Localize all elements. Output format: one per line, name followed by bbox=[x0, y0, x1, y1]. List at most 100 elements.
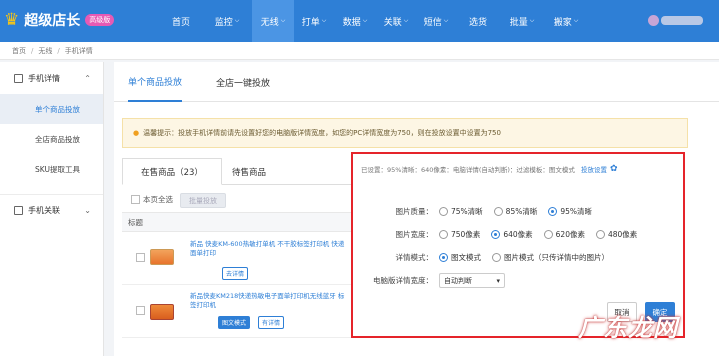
select-value: 自动判断 bbox=[444, 276, 472, 285]
phone-icon bbox=[14, 73, 23, 83]
nav-move[interactable]: 搬家 ⌵ bbox=[544, 0, 588, 42]
product-thumbnail[interactable] bbox=[150, 304, 174, 320]
breadcrumb-wireless[interactable]: 无线 bbox=[38, 46, 52, 56]
vip-badge: 高级版 bbox=[85, 14, 115, 26]
sidebar-item-sku[interactable]: SKU提取工具 bbox=[0, 154, 103, 184]
chevron-down-icon: ⌵ bbox=[529, 17, 535, 24]
width-750[interactable]: 750像素 bbox=[439, 229, 480, 240]
chevron-down-icon: ⌵ bbox=[362, 17, 368, 24]
option-label: 图文模式 bbox=[451, 253, 481, 262]
product-title[interactable]: 新品快麦KM218快递热敏电子面单打印机无线蓝牙 标签打印机 bbox=[190, 292, 350, 310]
product-thumbnail[interactable] bbox=[150, 249, 174, 265]
nav-select-label: 选货 bbox=[468, 17, 487, 28]
watermark: 广东龙网 bbox=[578, 314, 678, 342]
width-480[interactable]: 480像素 bbox=[595, 229, 638, 240]
chevron-down-icon: ⌵ bbox=[443, 17, 449, 24]
mode-row: 详情模式： 图文模式 图片模式（只传详情中的图片） bbox=[353, 252, 620, 263]
table-row: 新品 快麦KM-600热敏打单机 不干胶标签打印机 快递面单打印 去详情 bbox=[122, 233, 362, 285]
tab-label: 全店一键投放 bbox=[216, 78, 271, 89]
product-subtabs: 在售商品（23） 待售商品 bbox=[122, 158, 352, 185]
option-label: 480像素 bbox=[607, 230, 638, 239]
nav-batch[interactable]: 批量 ⌵ bbox=[500, 0, 544, 42]
quality-75[interactable]: 75%清晰 bbox=[439, 206, 483, 217]
link-icon bbox=[14, 206, 23, 215]
option-label: 85%清晰 bbox=[505, 207, 538, 216]
radio-selected[interactable] bbox=[439, 253, 448, 262]
pc-width-label: 电脑版详情宽度： bbox=[373, 276, 433, 285]
subtab-pending[interactable]: 待售商品 bbox=[232, 158, 266, 185]
width-640[interactable]: 640像素 bbox=[491, 229, 533, 240]
nav-sms[interactable]: 短信 ⌵ bbox=[416, 0, 456, 42]
radio-selected[interactable] bbox=[491, 230, 501, 239]
chevron-up-icon: ⌃ bbox=[84, 73, 91, 83]
product-title[interactable]: 新品 快麦KM-600热敏打单机 不干胶标签打印机 快递面单打印 bbox=[190, 240, 350, 258]
tab-single[interactable]: 单个商品投放 bbox=[128, 62, 183, 102]
chevron-down-icon: ⌵ bbox=[573, 17, 579, 24]
radio[interactable] bbox=[543, 230, 553, 239]
logo[interactable]: ♛ 超级店长 高级版 bbox=[4, 9, 115, 30]
sidebar-group-mobile-relate[interactable]: 手机关联 ⌄ bbox=[0, 194, 103, 226]
table-row: 新品快麦KM218快递热敏电子面单打印机无线蓝牙 标签打印机 图文模式 有详情 bbox=[122, 286, 362, 338]
sidebar-item-label: 单个商品投放 bbox=[35, 104, 80, 114]
detail-tag[interactable]: 有详情 bbox=[258, 316, 285, 329]
select-all-row: 本页全选 bbox=[131, 194, 173, 205]
batch-deploy-button[interactable]: 批量投放 bbox=[180, 193, 226, 208]
summary-text: 已设置：95%清晰：640像素：电脑详情(自动判断)：过滤模板：图文模式 bbox=[361, 166, 575, 174]
gear-icon[interactable]: ✿ bbox=[610, 164, 618, 174]
username-blurred[interactable] bbox=[661, 16, 703, 25]
nav-relate[interactable]: 关联 ⌵ bbox=[376, 0, 416, 42]
sidebar-group-label: 手机关联 bbox=[28, 206, 60, 215]
nav-home[interactable]: 首页 bbox=[160, 0, 202, 42]
row-checkbox[interactable] bbox=[136, 253, 145, 262]
tab-label: 单个商品投放 bbox=[128, 77, 183, 88]
top-nav: ♛ 超级店长 高级版 首页 监控 ⌵ 无线 ⌵ 打单 ⌵ 数据 ⌵ 关联 ⌵ 短信 ⌵ 选货… bbox=[0, 0, 719, 42]
mode-label: 详情模式： bbox=[395, 253, 434, 262]
radio[interactable] bbox=[492, 253, 501, 262]
quality-85[interactable]: 85%清晰 bbox=[493, 206, 538, 217]
width-row: 图片宽度： 750像素 640像素 620像素 480像素 bbox=[353, 229, 648, 240]
tab-store[interactable]: 全店一键投放 bbox=[216, 62, 270, 102]
mode-text-image[interactable]: 图文模式 bbox=[439, 252, 481, 263]
width-label: 图片宽度： bbox=[395, 230, 434, 239]
radio[interactable] bbox=[493, 207, 503, 216]
sidebar-group-label: 手机详情 bbox=[28, 73, 60, 83]
sidebar-item-single[interactable]: 单个商品投放 bbox=[0, 94, 103, 124]
radio[interactable] bbox=[595, 230, 605, 239]
nav-monitor[interactable]: 监控 ⌵ bbox=[202, 0, 252, 42]
subtab-onsale[interactable]: 在售商品（23） bbox=[122, 158, 222, 185]
mode-tag[interactable]: 图文模式 bbox=[218, 316, 251, 329]
avatar[interactable] bbox=[648, 15, 659, 26]
chevron-down-icon: ⌵ bbox=[321, 17, 327, 24]
pc-width-select[interactable]: 自动判断 ▾ bbox=[439, 273, 505, 288]
column-title: 标题 bbox=[128, 217, 143, 227]
subtab-label: 在售商品（23） bbox=[141, 167, 203, 178]
subtab-label: 待售商品 bbox=[232, 167, 267, 178]
main-nav: 首页 监控 ⌵ 无线 ⌵ 打单 ⌵ 数据 ⌵ 关联 ⌵ 短信 ⌵ 选货 批量 ⌵ 搬家 ⌵ bbox=[160, 0, 588, 42]
nav-print[interactable]: 打单 ⌵ bbox=[294, 0, 334, 42]
select-all-checkbox[interactable] bbox=[131, 195, 140, 204]
nav-move-label: 搬家 bbox=[553, 17, 572, 28]
radio-selected[interactable] bbox=[548, 207, 558, 216]
detail-tag[interactable]: 去详情 bbox=[222, 267, 249, 280]
chevron-down-icon: ⌵ bbox=[280, 17, 286, 24]
breadcrumb-home[interactable]: 首页 bbox=[12, 46, 26, 56]
brand-name: 超级店长 bbox=[24, 13, 81, 29]
sidebar-item-store[interactable]: 全店商品投放 bbox=[0, 124, 103, 154]
mode-image-only[interactable]: 图片模式（只传详情中的图片） bbox=[492, 252, 609, 263]
sidebar-item-label: 全店商品投放 bbox=[35, 134, 80, 144]
crown-icon: ♛ bbox=[4, 9, 20, 30]
nav-wireless[interactable]: 无线 ⌵ bbox=[252, 0, 294, 42]
width-620[interactable]: 620像素 bbox=[543, 229, 585, 240]
chevron-down-icon: ⌄ bbox=[84, 206, 91, 215]
chevron-down-icon: ▾ bbox=[496, 276, 500, 285]
radio[interactable] bbox=[439, 207, 448, 216]
nav-data[interactable]: 数据 ⌵ bbox=[334, 0, 376, 42]
breadcrumb: 首页 / 无线 / 手机详情 bbox=[0, 42, 719, 60]
settings-link[interactable]: 投放设置 bbox=[581, 164, 607, 174]
nav-select[interactable]: 选货 bbox=[456, 0, 500, 42]
quality-95[interactable]: 95%清晰 bbox=[548, 206, 592, 217]
radio[interactable] bbox=[439, 230, 448, 239]
option-label: 75%清晰 bbox=[451, 207, 483, 216]
row-checkbox[interactable] bbox=[136, 306, 145, 315]
sidebar-group-mobile-detail[interactable]: 手机详情 ⌃ bbox=[0, 62, 103, 94]
